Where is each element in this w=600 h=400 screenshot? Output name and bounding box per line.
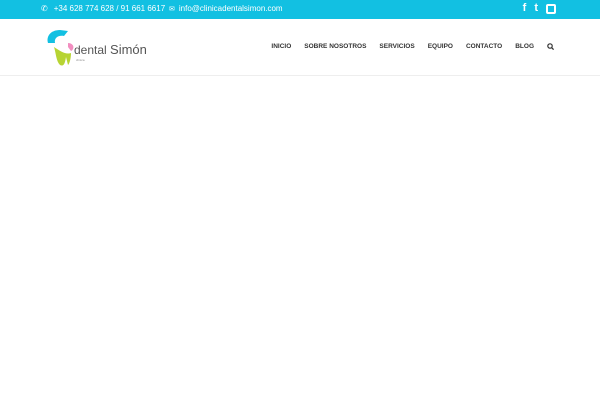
search-icon[interactable] <box>547 43 554 50</box>
nav-sobre-nosotros[interactable]: SOBRE NOSOTROS <box>304 43 366 50</box>
logo-text-dental: dental <box>74 43 107 57</box>
email-contact[interactable]: ✉ info@clinicadentalsimon.com <box>169 4 283 13</box>
email-text: info@clinicadentalsimon.com <box>178 4 283 13</box>
site-header: dental Simón clínica INICIO SOBRE NOSOTR… <box>0 19 600 76</box>
nav-blog[interactable]: BLOG <box>515 43 534 50</box>
instagram-icon[interactable] <box>546 4 556 14</box>
twitter-icon[interactable]: t <box>534 2 538 14</box>
nav-servicios[interactable]: SERVICIOS <box>379 43 414 50</box>
mail-icon: ✉ <box>169 5 175 13</box>
logo-text-name: Simón <box>110 42 147 57</box>
nav-equipo[interactable]: EQUIPO <box>428 43 453 50</box>
phone-contact[interactable]: ✆ +34 628 774 628 / 91 661 6617 <box>41 4 165 13</box>
logo-text-sub: clínica <box>76 58 85 62</box>
phone-icon: ✆ <box>41 4 48 13</box>
top-bar: ✆ +34 628 774 628 / 91 661 6617 ✉ info@c… <box>0 0 600 19</box>
nav-inicio[interactable]: INICIO <box>271 43 291 50</box>
phone-text: +34 628 774 628 / 91 661 6617 <box>53 4 166 13</box>
social-links: f t <box>523 2 556 14</box>
main-nav: INICIO SOBRE NOSOTROS SERVICIOS EQUIPO C… <box>271 43 554 50</box>
nav-contacto[interactable]: CONTACTO <box>466 43 502 50</box>
logo[interactable]: dental Simón clínica <box>46 27 147 69</box>
facebook-icon[interactable]: f <box>523 2 527 14</box>
